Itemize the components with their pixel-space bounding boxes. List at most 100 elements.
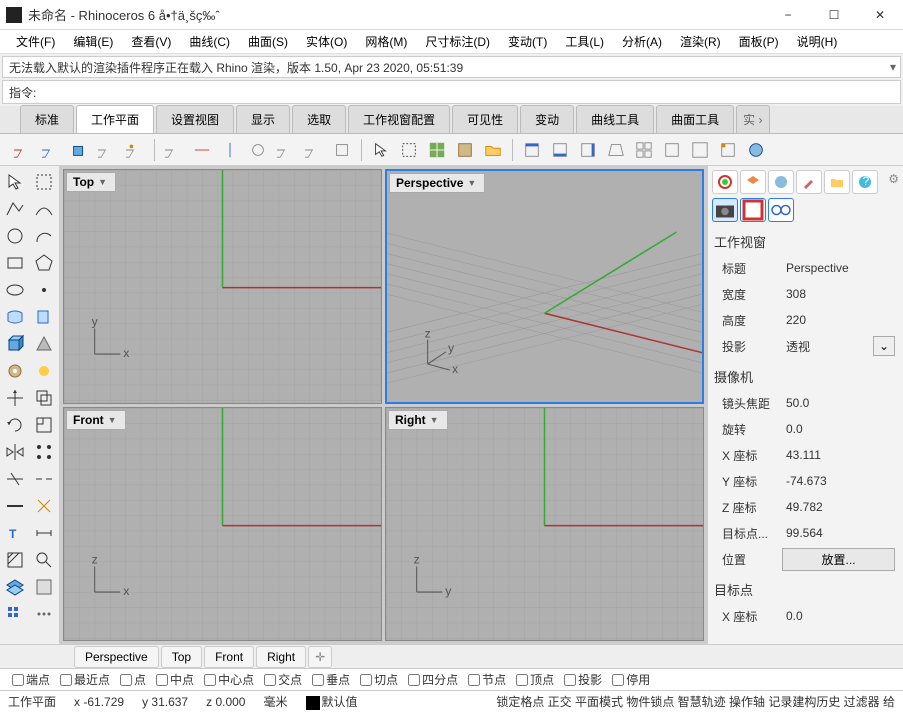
tab-display[interactable]: 显示 — [236, 105, 290, 133]
menu-edit[interactable]: 编辑(E) — [67, 31, 119, 52]
menu-mesh[interactable]: 网格(M) — [359, 31, 413, 52]
place-button[interactable]: 放置... — [782, 548, 895, 571]
more-icon[interactable] — [31, 602, 57, 626]
prop-rotation[interactable]: 0.0 — [782, 422, 899, 436]
panel-layers-icon[interactable] — [740, 170, 766, 194]
extrude-icon[interactable] — [31, 305, 57, 329]
ellipse-icon[interactable] — [2, 278, 28, 302]
view-4-icon[interactable] — [633, 139, 655, 161]
polygon-icon[interactable] — [31, 251, 57, 275]
status-toggles[interactable]: 锁定格点 正交 平面模式 物件锁点 智慧轨迹 操作轴 记录建构历史 过滤器 给 — [492, 693, 899, 710]
close-button[interactable]: ✕ — [857, 0, 903, 30]
sun-icon[interactable] — [31, 359, 57, 383]
vtab-perspective[interactable]: Perspective — [74, 646, 159, 668]
osnap-near[interactable]: 最近点 — [60, 671, 110, 688]
status-plane[interactable]: 工作平面 — [4, 693, 60, 710]
prop-projection[interactable]: 透视 — [782, 338, 873, 355]
menu-dimension[interactable]: 尺寸标注(D) — [419, 31, 496, 52]
tab-surfacetools[interactable]: 曲面工具 — [656, 105, 734, 133]
lasso-tool-icon[interactable] — [31, 170, 57, 194]
render-icon[interactable] — [745, 139, 767, 161]
dropdown-icon[interactable]: ▼ — [98, 177, 107, 187]
circle-icon[interactable] — [2, 224, 28, 248]
cplane-obj-icon[interactable] — [96, 139, 118, 161]
prop-y[interactable]: -74.673 — [782, 474, 899, 488]
tab-standard[interactable]: 标准 — [20, 105, 74, 133]
menu-view[interactable]: 查看(V) — [125, 31, 177, 52]
status-unit[interactable]: 毫米 — [259, 693, 291, 710]
prop-z[interactable]: 49.782 — [782, 500, 899, 514]
view-top-icon[interactable] — [521, 139, 543, 161]
pointer-icon[interactable] — [370, 139, 392, 161]
view-max-icon[interactable] — [689, 139, 711, 161]
minimize-button[interactable]: − — [765, 0, 811, 30]
command-line[interactable]: 指令: — [2, 80, 901, 104]
dim-icon[interactable] — [31, 521, 57, 545]
osnap-quad[interactable]: 四分点 — [408, 671, 458, 688]
panel-help-icon[interactable]: ? — [852, 170, 878, 194]
panel-folder-icon[interactable] — [824, 170, 850, 194]
panel-brush-icon[interactable] — [796, 170, 822, 194]
osnap-end[interactable]: 端点 — [12, 671, 50, 688]
pointer-tool-icon[interactable] — [2, 170, 28, 194]
projection-dropdown-icon[interactable]: ⌄ — [873, 336, 895, 356]
history-dropdown-icon[interactable]: ▾ — [890, 60, 896, 74]
menu-analyze[interactable]: 分析(A) — [616, 31, 668, 52]
menu-transform[interactable]: 变动(T) — [502, 31, 553, 52]
command-input[interactable] — [42, 85, 894, 99]
subtab-camera-icon[interactable] — [712, 198, 738, 222]
cplane-3pt-icon[interactable] — [40, 139, 62, 161]
cplane-x-icon[interactable] — [191, 139, 213, 161]
rect-icon[interactable] — [2, 251, 28, 275]
prop-x[interactable]: 43.111 — [782, 448, 899, 462]
gear-icon[interactable] — [2, 359, 28, 383]
prop-target-x[interactable]: 0.0 — [782, 609, 899, 623]
panel-material-icon[interactable] — [768, 170, 794, 194]
open-icon[interactable] — [482, 139, 504, 161]
osnap-tan[interactable]: 切点 — [360, 671, 398, 688]
osnap-center[interactable]: 中心点 — [204, 671, 254, 688]
tab-curvetools[interactable]: 曲线工具 — [576, 105, 654, 133]
grid-icon[interactable] — [2, 602, 28, 626]
tab-cplane[interactable]: 工作平面 — [76, 105, 154, 133]
view-named-icon[interactable] — [661, 139, 683, 161]
mirror-icon[interactable] — [2, 440, 28, 464]
tab-viewport[interactable]: 工作视窗配置 — [348, 105, 450, 133]
viewport-right[interactable]: yz Right▼ — [385, 407, 704, 642]
dropdown-icon[interactable]: ▼ — [108, 415, 117, 425]
toggle-grid-icon[interactable] — [426, 139, 448, 161]
cplane-box-icon[interactable] — [68, 139, 90, 161]
rotate-icon[interactable] — [2, 413, 28, 437]
prop-height[interactable]: 220 — [782, 313, 899, 327]
split-icon[interactable] — [31, 467, 57, 491]
osnap-disable[interactable]: 停用 — [612, 671, 650, 688]
tab-setview[interactable]: 设置视图 — [156, 105, 234, 133]
view-new-icon[interactable] — [717, 139, 739, 161]
analyze-icon[interactable] — [31, 548, 57, 572]
explode-icon[interactable] — [31, 494, 57, 518]
vtab-front[interactable]: Front — [204, 646, 254, 668]
tab-select[interactable]: 选取 — [292, 105, 346, 133]
osnap-knot[interactable]: 节点 — [468, 671, 506, 688]
viewport-top[interactable]: xy Top▼ — [63, 169, 382, 404]
vtab-top[interactable]: Top — [161, 646, 202, 668]
scale-icon[interactable] — [31, 413, 57, 437]
cplane-rotate-icon[interactable] — [247, 139, 269, 161]
cplane-elev-icon[interactable] — [275, 139, 297, 161]
vtab-right[interactable]: Right — [256, 646, 306, 668]
menu-render[interactable]: 渲染(R) — [674, 31, 727, 52]
status-layer[interactable]: 默认值 — [302, 693, 362, 710]
osnap-point[interactable]: 点 — [120, 671, 146, 688]
prop-target-dist[interactable]: 99.564 — [782, 526, 899, 540]
tab-visibility[interactable]: 可见性 — [452, 105, 518, 133]
subtab-link-icon[interactable] — [768, 198, 794, 222]
panel-render-icon[interactable] — [712, 170, 738, 194]
layers-icon[interactable] — [2, 575, 28, 599]
cplane-front-icon[interactable] — [331, 139, 353, 161]
subtab-display-icon[interactable] — [740, 198, 766, 222]
menu-surface[interactable]: 曲面(S) — [242, 31, 294, 52]
box-icon[interactable] — [2, 332, 28, 356]
copy-icon[interactable] — [31, 386, 57, 410]
hatch-icon[interactable] — [2, 548, 28, 572]
menu-curve[interactable]: 曲线(C) — [183, 31, 236, 52]
